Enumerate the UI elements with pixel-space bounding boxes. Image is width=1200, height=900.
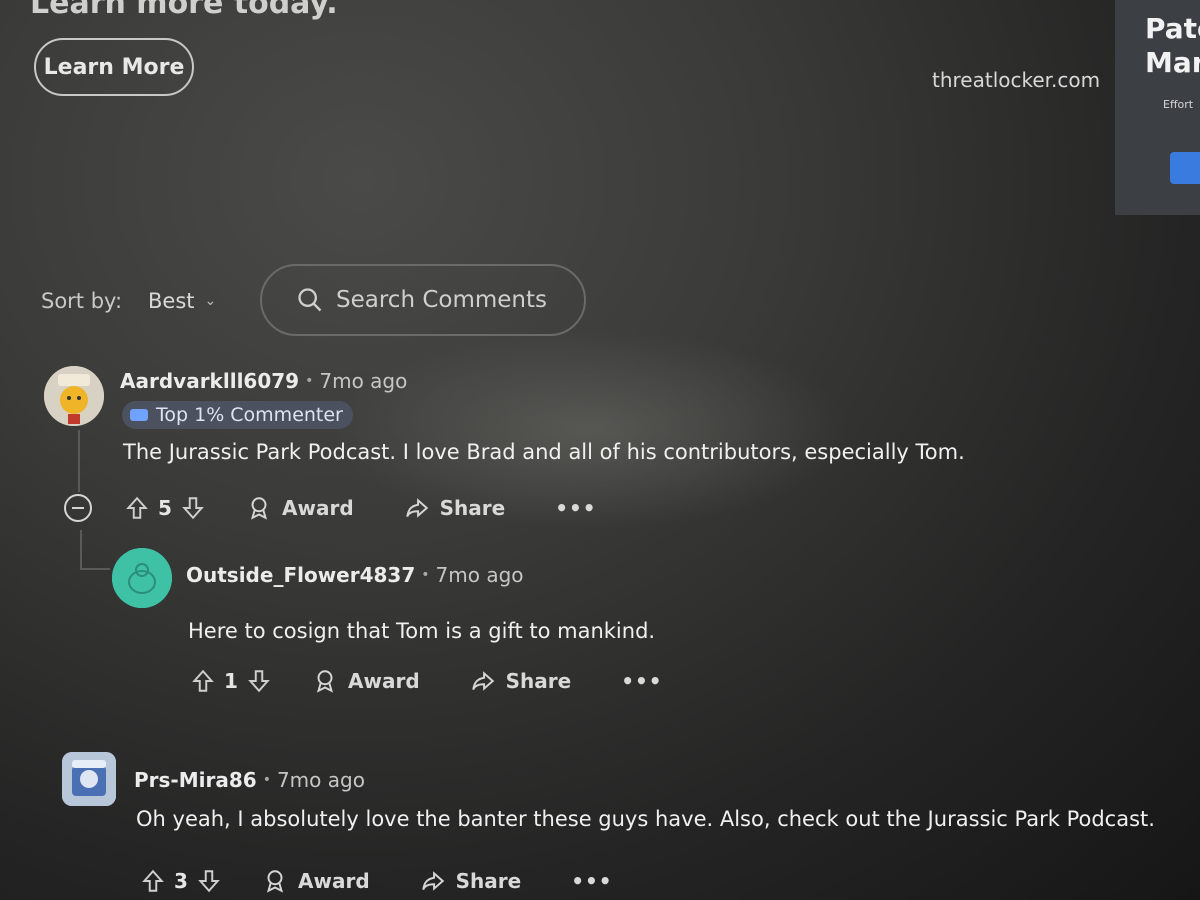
avatar[interactable] — [62, 752, 116, 806]
side-ad-title-line1: Pato — [1145, 12, 1200, 45]
minus-icon — [72, 507, 84, 509]
side-ad-title-line2: Mar — [1145, 46, 1200, 79]
award-label: Award — [348, 669, 420, 693]
more-options-button[interactable]: ••• — [555, 496, 596, 520]
vote-controls: 5 — [124, 495, 206, 521]
flair-icon — [130, 409, 148, 421]
downvote-icon[interactable] — [196, 868, 222, 894]
side-ad[interactable]: Pato Mar Effort — [1115, 0, 1200, 215]
separator-dot: • — [305, 373, 314, 389]
upvote-icon[interactable] — [190, 668, 216, 694]
timestamp: 7mo ago — [435, 563, 524, 587]
vote-count: 5 — [158, 496, 172, 520]
more-options-button[interactable]: ••• — [621, 669, 662, 693]
side-ad-subtitle: Effort — [1163, 98, 1194, 111]
username[interactable]: Prs-Mira86 — [134, 768, 257, 792]
vote-controls: 1 — [190, 668, 272, 694]
comment-meta: Aardvarklll6079 • 7mo ago — [120, 369, 407, 393]
avatar-image — [62, 752, 116, 806]
sort-value: Best — [148, 289, 195, 313]
comment-body: The Jurassic Park Podcast. I love Brad a… — [123, 440, 965, 464]
vote-controls: 3 — [140, 868, 222, 894]
more-options-button[interactable]: ••• — [571, 869, 612, 893]
thread-line — [80, 530, 82, 570]
timestamp: 7mo ago — [319, 369, 408, 393]
award-button[interactable]: Award — [246, 495, 354, 521]
comment-meta: Prs-Mira86 • 7mo ago — [134, 768, 365, 792]
comment-actions: 1 Award Share ••• — [190, 668, 663, 694]
ad-headline: Learn more today. — [30, 0, 338, 21]
comment-body: Here to cosign that Tom is a gift to man… — [188, 619, 656, 643]
user-flair-badge: Top 1% Commenter — [122, 401, 353, 429]
share-icon — [405, 498, 428, 518]
comment-actions: 3 Award Share ••• — [140, 868, 613, 894]
avatar-image — [112, 548, 172, 608]
thread-line — [80, 568, 110, 570]
vote-count: 3 — [174, 869, 188, 893]
ad-domain-link[interactable]: threatlocker.com — [932, 68, 1100, 92]
upvote-icon[interactable] — [124, 495, 150, 521]
avatar[interactable] — [112, 548, 172, 608]
flair-label: Top 1% Commenter — [156, 404, 343, 426]
search-icon — [298, 288, 322, 312]
share-label: Share — [455, 869, 522, 893]
separator-dot: • — [421, 567, 430, 583]
search-placeholder: Search Comments — [336, 287, 547, 313]
award-icon — [266, 870, 284, 893]
username[interactable]: Aardvarklll6079 — [120, 369, 299, 393]
learn-more-button[interactable]: Learn More — [34, 38, 194, 96]
avatar-image — [44, 366, 104, 426]
share-label: Share — [505, 669, 572, 693]
search-comments-input[interactable]: Search Comments — [260, 264, 586, 336]
collapse-thread-button[interactable] — [64, 494, 92, 522]
separator-dot: • — [262, 772, 271, 788]
timestamp: 7mo ago — [276, 768, 365, 792]
share-icon — [471, 671, 494, 691]
share-button[interactable]: Share — [420, 868, 522, 894]
comment-meta: Outside_Flower4837 • 7mo ago — [186, 563, 524, 587]
sort-dropdown[interactable]: Best ⌄ — [148, 289, 216, 313]
vote-count: 1 — [224, 669, 238, 693]
share-icon — [421, 871, 444, 891]
award-button[interactable]: Award — [312, 668, 420, 694]
upvote-icon[interactable] — [140, 868, 166, 894]
username[interactable]: Outside_Flower4837 — [186, 563, 415, 587]
award-icon — [250, 497, 268, 520]
thread-line — [78, 430, 80, 492]
downvote-icon[interactable] — [180, 495, 206, 521]
award-label: Award — [282, 496, 354, 520]
award-icon — [316, 670, 334, 693]
sort-label: Sort by: — [41, 289, 123, 313]
comment-actions: 5 Award Share ••• — [64, 494, 597, 522]
award-label: Award — [298, 869, 370, 893]
downvote-icon[interactable] — [246, 668, 272, 694]
side-ad-button[interactable] — [1170, 152, 1200, 184]
comment-body: Oh yeah, I absolutely love the banter th… — [136, 807, 1155, 831]
award-button[interactable]: Award — [262, 868, 370, 894]
avatar[interactable] — [44, 366, 104, 426]
share-button[interactable]: Share — [470, 668, 572, 694]
share-button[interactable]: Share — [404, 495, 506, 521]
chevron-down-icon: ⌄ — [204, 293, 217, 309]
share-label: Share — [439, 496, 506, 520]
